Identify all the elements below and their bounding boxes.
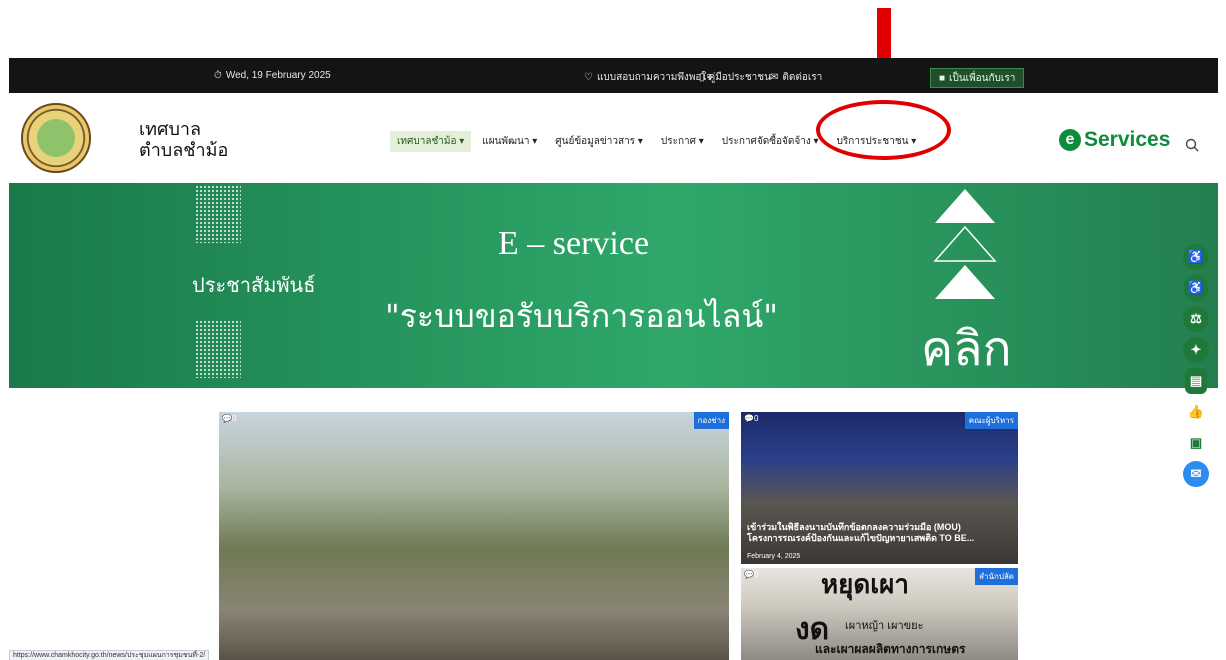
news-section: 💬0 กองช่าง 💬0 คณะผู้บริหาร เข้าร่วมในพิธ… [9, 388, 1218, 660]
chevron-up-icon [933, 189, 997, 299]
poster-headline: หยุดเผา [821, 569, 909, 599]
friend-button[interactable]: ■ เป็นเพื่อนกับเรา [930, 68, 1025, 88]
elderly-icon[interactable]: ♿ [1183, 244, 1209, 270]
poster-text: และเผาผลผลิตทางการเกษตร [815, 642, 966, 656]
news-card-main[interactable]: 💬0 กองช่าง [219, 412, 729, 660]
banner-title: E – service [498, 225, 650, 262]
main-header: เทศบาล ตำบลชำม้อ เทศบาลชำม้อ ▾ แผนพัฒนา … [9, 93, 1218, 183]
decorative-dots [195, 185, 241, 243]
survey-link[interactable]: ♡ แบบสอบถามความพึงพอใจ [584, 70, 712, 85]
messenger-icon[interactable]: ✉ [1183, 461, 1209, 487]
category-badge[interactable]: กองช่าง [693, 412, 729, 429]
comment-count: 💬0 [222, 414, 237, 423]
line-chat-icon[interactable]: ▣ [1183, 430, 1209, 456]
eservices-logo[interactable]: e Services [1059, 128, 1170, 152]
document-icon[interactable]: ▤ [1185, 368, 1207, 394]
banner-subtitle: "ระบบขอรับบริการออนไลน์" [385, 297, 778, 335]
news-title[interactable]: เข้าร่วมในพิธีลงนามบันทึกข้อตกลงความร่วม… [747, 522, 974, 544]
heart-icon: ♡ [584, 72, 593, 83]
search-icon[interactable] [1185, 138, 1199, 152]
menu-item-procurement[interactable]: ประกาศจัดซื้อจัดจ้าง ▾ [715, 131, 826, 152]
line-icon: ■ [939, 72, 946, 84]
browser-viewport: ⏱ Wed, 19 February 2025 ♡ แบบสอบถามความพ… [9, 58, 1218, 660]
banner-left-text: ประชาสัมพันธ์ [192, 273, 316, 297]
eservice-banner[interactable]: ประชาสัมพันธ์ E – service "ระบบขอรับบริก… [9, 183, 1218, 388]
thumbs-up-icon[interactable]: 👍 [1183, 399, 1209, 425]
top-bar: ⏱ Wed, 19 February 2025 ♡ แบบสอบถามความพ… [9, 58, 1218, 93]
contact-link[interactable]: ✉ ติดต่อเรา [770, 70, 822, 85]
municipality-logo[interactable] [21, 103, 91, 173]
status-url: https://www.chamkhocity.go.th/news/ประชุ… [9, 650, 210, 660]
clock-icon: ⏱ [214, 70, 222, 81]
news-card-mou[interactable]: 💬0 คณะผู้บริหาร เข้าร่วมในพิธีลงนามบันทึ… [741, 412, 1018, 564]
poster-text: เผาหญ้า เผาขยะ [845, 620, 924, 632]
news-date: February 4, 2025 [747, 553, 801, 560]
floating-toolbar: ♿ ♿ ⚖ ✦ ▤ 👍 ▣ ✉ [1183, 244, 1209, 487]
child-icon[interactable]: ✦ [1183, 337, 1209, 363]
manual-link[interactable]: ▯ คู่มือประชาชน [699, 70, 771, 85]
annotation-circle [816, 100, 951, 160]
accessibility-icon[interactable]: ⚖ [1183, 306, 1209, 332]
comment-count: 💬0 [744, 570, 759, 579]
site-name[interactable]: เทศบาล ตำบลชำม้อ [139, 119, 228, 161]
date-display: ⏱ Wed, 19 February 2025 [214, 70, 331, 81]
category-badge[interactable]: คณะผู้บริหาร [964, 412, 1018, 429]
book-icon: ▯ [699, 72, 705, 83]
banner-click-text: คลิก [921, 321, 1012, 377]
wheelchair-icon[interactable]: ♿ [1183, 275, 1209, 301]
category-badge[interactable]: สำนักปลัด [975, 568, 1018, 585]
comment-count: 💬0 [744, 414, 759, 423]
mail-icon: ✉ [770, 72, 779, 83]
menu-item-announcement[interactable]: ประกาศ ▾ [654, 131, 711, 152]
menu-item-chammo[interactable]: เทศบาลชำม้อ ▾ [390, 131, 472, 152]
decorative-dots [195, 320, 241, 378]
news-card-no-burning[interactable]: 💬0 สำนักปลัด หยุดเผา งด เผาหญ้า เผาขยะ แ… [741, 568, 1018, 660]
menu-item-plan[interactable]: แผนพัฒนา ▾ [475, 131, 544, 152]
menu-item-info-center[interactable]: ศูนย์ข้อมูลข่าวสาร ▾ [548, 131, 650, 152]
